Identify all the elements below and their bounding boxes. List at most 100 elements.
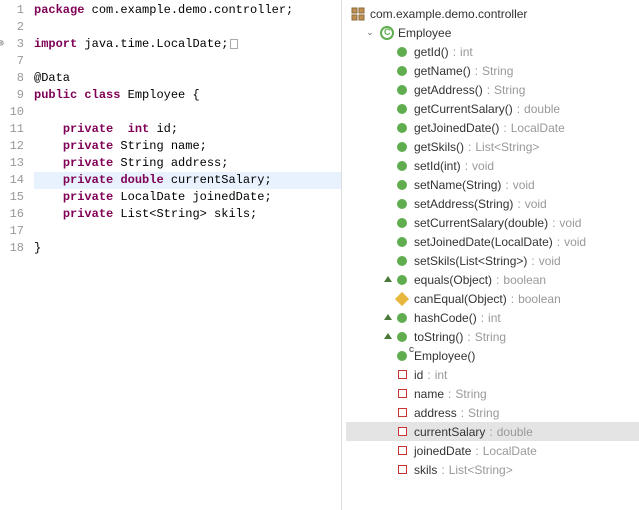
outline-member[interactable]: setId(int) : void bbox=[346, 156, 639, 175]
line-gutter: 123789101112131415161718 bbox=[0, 0, 32, 510]
public-method-icon bbox=[394, 63, 410, 79]
member-type: String bbox=[475, 330, 506, 344]
outline-member[interactable]: equals(Object) : boolean bbox=[346, 270, 639, 289]
outline-member[interactable]: getCurrentSalary() : double bbox=[346, 99, 639, 118]
member-type: void bbox=[472, 159, 494, 173]
member-type: void bbox=[539, 254, 561, 268]
outline-member[interactable]: skils : List<String> bbox=[346, 460, 639, 479]
member-type: LocalDate bbox=[483, 444, 537, 458]
member-name: getCurrentSalary() bbox=[414, 102, 513, 116]
line-number: 7 bbox=[0, 53, 24, 70]
override-marker-icon bbox=[384, 276, 392, 282]
public-method-icon bbox=[394, 82, 410, 98]
outline-view[interactable]: com.example.demo.controller ⌄ Employee g… bbox=[342, 0, 639, 510]
member-type: double bbox=[524, 102, 560, 116]
line-number: 16 bbox=[0, 206, 24, 223]
outline-member[interactable]: setName(String) : void bbox=[346, 175, 639, 194]
member-name: getSkils() bbox=[414, 140, 464, 154]
public-method-icon bbox=[394, 272, 410, 288]
outline-member[interactable]: name : String bbox=[346, 384, 639, 403]
outline-member[interactable]: toString() : String bbox=[346, 327, 639, 346]
code-line[interactable]: package com.example.demo.controller; bbox=[34, 2, 341, 19]
public-method-icon bbox=[394, 101, 410, 117]
member-type: int bbox=[435, 368, 448, 382]
outline-member[interactable]: setSkils(List<String>) : void bbox=[346, 251, 639, 270]
outline-member[interactable]: getAddress() : String bbox=[346, 80, 639, 99]
expand-toggle-icon[interactable]: ⌄ bbox=[364, 27, 376, 39]
line-number: 3 bbox=[0, 36, 24, 53]
public-method-icon bbox=[394, 234, 410, 250]
outline-member[interactable]: Employee() bbox=[346, 346, 639, 365]
outline-member[interactable]: getName() : String bbox=[346, 61, 639, 80]
member-type: boolean bbox=[503, 273, 546, 287]
public-method-icon bbox=[394, 329, 410, 345]
code-area[interactable]: package com.example.demo.controller; impo… bbox=[32, 0, 341, 510]
override-marker-icon bbox=[384, 333, 392, 339]
code-line[interactable] bbox=[34, 53, 341, 70]
member-type: LocalDate bbox=[511, 121, 565, 135]
outline-member[interactable]: id : int bbox=[346, 365, 639, 384]
member-type: void bbox=[559, 216, 581, 230]
line-number: 2 bbox=[0, 19, 24, 36]
line-number: 13 bbox=[0, 155, 24, 172]
public-method-icon bbox=[394, 158, 410, 174]
protected-method-icon bbox=[394, 291, 410, 307]
member-type: List<String> bbox=[475, 140, 539, 154]
folded-indicator-icon[interactable] bbox=[230, 39, 238, 49]
member-name: setJoinedDate(LocalDate) bbox=[414, 235, 553, 249]
code-line[interactable]: } bbox=[34, 240, 341, 257]
private-field-icon bbox=[394, 386, 410, 402]
outline-member[interactable]: getJoinedDate() : LocalDate bbox=[346, 118, 639, 137]
code-line[interactable]: private List<String> skils; bbox=[34, 206, 341, 223]
package-icon bbox=[350, 6, 366, 22]
member-name: setName(String) bbox=[414, 178, 501, 192]
code-line[interactable]: public class Employee { bbox=[34, 87, 341, 104]
code-line[interactable] bbox=[34, 223, 341, 240]
member-name: canEqual(Object) bbox=[414, 292, 507, 306]
public-method-icon bbox=[394, 310, 410, 326]
code-line[interactable]: private String name; bbox=[34, 138, 341, 155]
member-type: List<String> bbox=[449, 463, 513, 477]
outline-member[interactable]: joinedDate : LocalDate bbox=[346, 441, 639, 460]
code-line[interactable]: import java.time.LocalDate; bbox=[34, 36, 341, 53]
member-name: setAddress(String) bbox=[414, 197, 513, 211]
line-number: 12 bbox=[0, 138, 24, 155]
code-line[interactable]: private double currentSalary; bbox=[34, 172, 341, 189]
outline-class[interactable]: ⌄ Employee bbox=[346, 23, 639, 42]
code-line[interactable]: private LocalDate joinedDate; bbox=[34, 189, 341, 206]
member-name: joinedDate bbox=[414, 444, 471, 458]
line-number: 14 bbox=[0, 172, 24, 189]
member-name: skils bbox=[414, 463, 437, 477]
code-line[interactable]: private String address; bbox=[34, 155, 341, 172]
outline-package[interactable]: com.example.demo.controller bbox=[346, 4, 639, 23]
member-name: name bbox=[414, 387, 444, 401]
public-method-icon bbox=[394, 177, 410, 193]
outline-member[interactable]: getSkils() : List<String> bbox=[346, 137, 639, 156]
member-type: String bbox=[455, 387, 486, 401]
constructor-icon bbox=[394, 348, 410, 364]
private-field-icon bbox=[394, 367, 410, 383]
member-name: hashCode() bbox=[414, 311, 477, 325]
code-line[interactable] bbox=[34, 19, 341, 36]
outline-member[interactable]: canEqual(Object) : boolean bbox=[346, 289, 639, 308]
outline-member[interactable]: hashCode() : int bbox=[346, 308, 639, 327]
member-name: address bbox=[414, 406, 457, 420]
outline-member[interactable]: setAddress(String) : void bbox=[346, 194, 639, 213]
public-method-icon bbox=[394, 44, 410, 60]
outline-member[interactable]: address : String bbox=[346, 403, 639, 422]
code-line[interactable]: private int id; bbox=[34, 121, 341, 138]
class-icon bbox=[380, 26, 394, 40]
public-method-icon bbox=[394, 196, 410, 212]
code-editor[interactable]: 123789101112131415161718 package com.exa… bbox=[0, 0, 342, 510]
code-line[interactable] bbox=[34, 104, 341, 121]
member-name: getName() bbox=[414, 64, 471, 78]
code-line[interactable]: @Data bbox=[34, 70, 341, 87]
outline-member[interactable]: getId() : int bbox=[346, 42, 639, 61]
member-name: Employee() bbox=[414, 349, 475, 363]
outline-member[interactable]: setCurrentSalary(double) : void bbox=[346, 213, 639, 232]
outline-member[interactable]: setJoinedDate(LocalDate) : void bbox=[346, 232, 639, 251]
override-marker-icon bbox=[384, 314, 392, 320]
member-type: String bbox=[468, 406, 499, 420]
public-method-icon bbox=[394, 253, 410, 269]
outline-member[interactable]: currentSalary : double bbox=[346, 422, 639, 441]
